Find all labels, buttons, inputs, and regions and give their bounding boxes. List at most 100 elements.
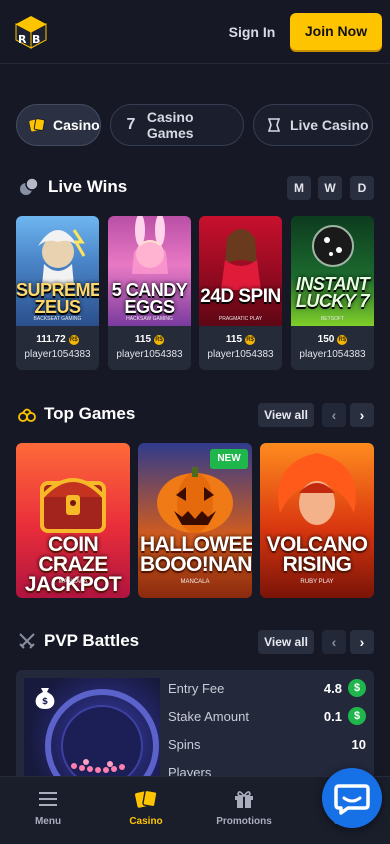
nav-casino[interactable]: Casino <box>98 777 194 844</box>
cherries-icon <box>18 408 36 422</box>
pvp-stake-value: 0.1 <box>323 708 342 724</box>
pvp-row-value: 10 <box>351 736 366 752</box>
pvp-battles-heading: PVP Battles <box>18 631 139 651</box>
hamburger-icon <box>39 792 57 806</box>
game-provider: MANCALA <box>180 579 210 585</box>
money-bag-icon: $ <box>35 688 55 709</box>
pvp-view-all-button[interactable]: View all <box>258 630 314 654</box>
live-wins-title: Live Wins <box>48 177 128 196</box>
win-amount: 111.72 R$ <box>16 334 99 345</box>
win-amount: 150 R$ <box>291 334 374 345</box>
currency-coin-icon: R$ <box>337 334 348 345</box>
nav-menu-label: Menu <box>34 816 62 827</box>
game-name: HALLOWEEN BOOO!NANZA <box>140 533 252 576</box>
pvp-next-arrow[interactable]: › <box>350 630 374 654</box>
game-provider: HACKSAW GAMING <box>126 316 173 322</box>
win-amount-value: 150 <box>317 334 335 345</box>
game-provider: BETSOFT <box>320 316 345 322</box>
top-games-view-all-button[interactable]: View all <box>258 403 314 427</box>
nav-promotions[interactable]: Promotions <box>196 777 292 844</box>
top-games-next-arrow[interactable]: › <box>350 403 374 427</box>
game-tile[interactable]: VOLCANO RISING RUBY PLAY <box>260 443 374 598</box>
winner-username: player1054383 <box>207 349 274 360</box>
win-amount-value: 111.72 <box>36 334 66 345</box>
live-dealer-icon <box>266 117 282 133</box>
game-title: 5 CANDY EGGS <box>111 280 188 317</box>
svg-text:$: $ <box>42 697 48 707</box>
game-provider: BACKSEAT GAMING <box>33 316 82 322</box>
game-name: COIN CRAZE JACKPOT <box>24 533 122 596</box>
live-chat-button[interactable] <box>322 768 382 828</box>
filter-month[interactable]: M <box>287 176 311 200</box>
nav-casino-label: Casino <box>129 816 163 827</box>
filter-day[interactable]: D <box>350 176 374 200</box>
coins-icon <box>20 177 39 195</box>
pvp-row-label: Stake Amount <box>168 708 249 724</box>
tab-casino-label: Casino <box>53 117 100 133</box>
game-title: INSTANT LUCKY 7 <box>295 274 370 311</box>
chat-bubble-icon <box>334 784 370 815</box>
casino-cards-icon <box>29 117 45 133</box>
game-tile[interactable]: NEW HALLOWEEN BOOO!NANZA MANCALA <box>138 443 252 598</box>
casino-cards-icon <box>135 789 158 808</box>
game-thumbnail: INSTANT LUCKY 7 BETSOFT <box>291 216 374 326</box>
currency-coin-icon: R$ <box>245 334 256 345</box>
win-amount-value: 115 <box>225 334 243 345</box>
top-games-prev-arrow[interactable]: ‹ <box>322 403 346 427</box>
pvp-row-value: 4.8 $ <box>324 679 366 697</box>
pvp-battles-title: PVP Battles <box>44 631 140 650</box>
game-provider: MANCALA <box>58 579 88 585</box>
tab-live-casino[interactable]: Live Casino <box>253 104 373 146</box>
currency-coin-icon: R$ <box>68 334 79 345</box>
pvp-row-value: 0.1 $ <box>324 707 366 725</box>
pvp-battle-card[interactable]: $ Entry Fee 4.8 $ Stake Amount 0.1 $ Spins… <box>16 670 374 790</box>
live-win-card[interactable]: INSTANT LUCKY 7 BETSOFT 150 R$ player1054… <box>291 216 374 370</box>
game-thumbnail: 24D SPIN PRAGMATIC PLAY <box>199 216 282 326</box>
tab-live-casino-label: Live Casino <box>290 117 369 133</box>
game-thumbnail: SUPREME ZEUS BACKSEAT GAMING <box>16 216 99 326</box>
new-badge: NEW <box>210 449 248 469</box>
game-provider: PRAGMATIC PLAY <box>218 316 263 322</box>
category-tabs: Casino 7 Casino Games Live Casino <box>16 104 390 146</box>
tab-casino[interactable]: Casino <box>16 104 101 146</box>
live-win-card[interactable]: 5 CANDY EGGS HACKSAW GAMING 115 R$ player… <box>108 216 191 370</box>
svg-text:R: R <box>18 33 27 46</box>
dollar-coin-icon: $ <box>348 707 366 725</box>
sign-in-link[interactable]: Sign In <box>224 22 280 42</box>
top-games-heading: Top Games <box>18 404 135 424</box>
live-wins-heading: Live Wins <box>18 176 127 198</box>
win-amount: 115 R$ <box>199 334 282 345</box>
tab-casino-games-label: Casino Games <box>146 109 194 141</box>
game-thumbnail: 5 CANDY EGGS HACKSAW GAMING <box>108 216 191 326</box>
pvp-entry-fee-row: Entry Fee 4.8 $ <box>168 678 366 698</box>
live-win-card[interactable]: 24D SPIN PRAGMATIC PLAY 115 R$ player1054… <box>199 216 282 370</box>
game-title: 24D SPIN <box>200 286 281 307</box>
currency-coin-icon: R$ <box>154 334 165 345</box>
winner-username: player1054383 <box>116 349 183 360</box>
pvp-entry-fee-value: 4.8 <box>323 680 342 696</box>
game-provider: RUBY PLAY <box>300 579 334 585</box>
game-name: VOLCANO RISING <box>266 533 368 576</box>
brand-logo-icon[interactable]: R B <box>12 14 50 50</box>
winner-username: player1054383 <box>24 349 91 360</box>
winner-username: player1054383 <box>299 349 366 360</box>
pvp-row-label: Entry Fee <box>168 680 225 696</box>
win-amount-value: 115 <box>134 334 152 345</box>
pvp-stake-amount-row: Stake Amount 0.1 $ <box>168 706 366 726</box>
pvp-game-thumbnail: $ <box>24 678 160 790</box>
game-tile[interactable]: COIN CRAZE JACKPOT MANCALA <box>16 443 130 598</box>
pvp-prev-arrow[interactable]: ‹ <box>322 630 346 654</box>
live-win-card[interactable]: SUPREME ZEUS BACKSEAT GAMING 111.72 R$ pl… <box>16 216 99 370</box>
pvp-spins-row: Spins 10 <box>168 734 366 754</box>
svg-text:B: B <box>32 33 40 46</box>
lucky-seven-icon: 7 <box>126 116 136 133</box>
join-now-button[interactable]: Join Now <box>290 13 382 50</box>
win-amount: 115 R$ <box>108 334 191 345</box>
top-games-title: Top Games <box>44 404 136 423</box>
tab-casino-games[interactable]: 7 Casino Games <box>110 104 244 146</box>
filter-week[interactable]: W <box>318 176 342 200</box>
nav-promotions-label: Promotions <box>216 816 272 827</box>
top-bar: R B Sign In Join Now <box>0 0 390 64</box>
pvp-row-label: Spins <box>168 736 201 752</box>
nav-menu[interactable]: Menu <box>0 777 96 844</box>
